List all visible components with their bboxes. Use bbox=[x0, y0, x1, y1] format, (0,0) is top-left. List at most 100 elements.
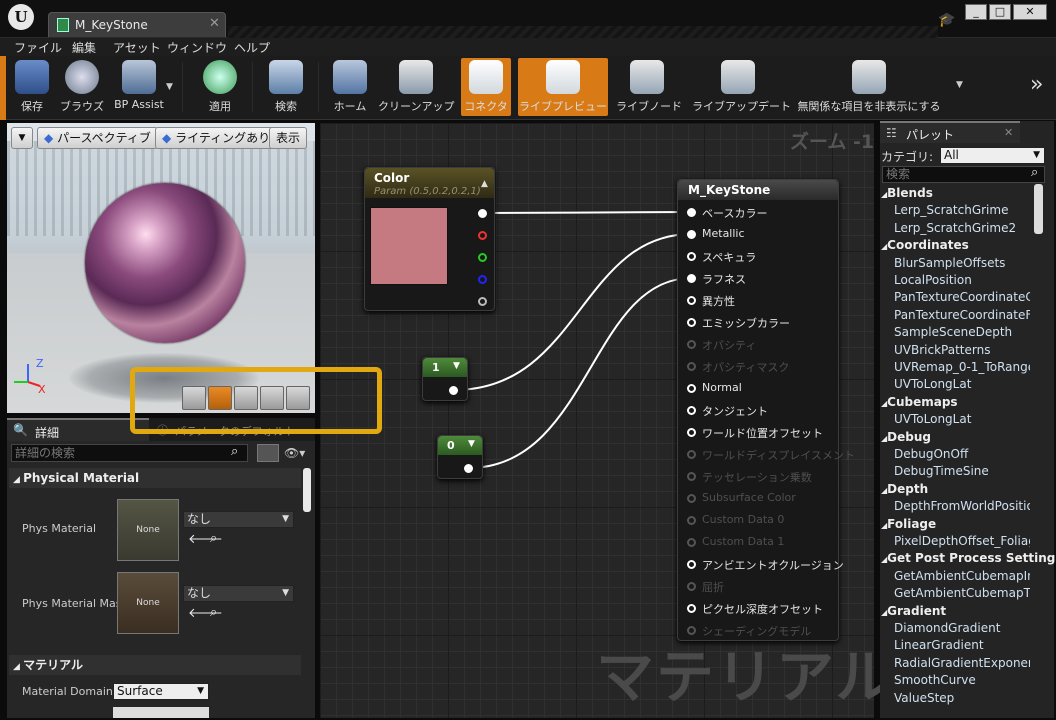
tab-details[interactable]: 🔍 詳細 bbox=[7, 418, 149, 441]
constant-1-output-pin[interactable] bbox=[449, 386, 458, 395]
material-result-node[interactable]: M_KeyStone ベースカラー Metallic スペキュラ ラフネス 異方性 エミッ… bbox=[677, 179, 855, 641]
blend-mode-combo[interactable] bbox=[113, 707, 209, 718]
palette-item[interactable]: SampleSceneDepth bbox=[894, 325, 1030, 339]
category-combo[interactable]: All ▼ bbox=[940, 147, 1045, 164]
rgb-output-pin[interactable] bbox=[478, 209, 487, 218]
toolbar-dropdown-icon[interactable]: ▼ bbox=[956, 80, 963, 90]
use-selected-arrow-icon[interactable]: 🡐 bbox=[188, 531, 223, 547]
palette-item[interactable]: DepthFromWorldPosition bbox=[894, 499, 1030, 513]
palette-item[interactable]: Lerp_ScratchGrime bbox=[894, 203, 1030, 217]
details-search-input[interactable]: 詳細の検索 bbox=[11, 444, 248, 462]
palette-item[interactable]: Lerp_ScratchGrime2 bbox=[894, 221, 1030, 235]
palette-category[interactable]: ◢Get Post Process Setting bbox=[881, 551, 1055, 565]
section-material[interactable]: ◢ マテリアル bbox=[9, 655, 301, 675]
palette-item[interactable]: UVBrickPatterns bbox=[894, 343, 1030, 357]
apply-button[interactable]: 適用 bbox=[196, 58, 244, 116]
palette-item[interactable]: BlurSampleOffsets bbox=[894, 256, 1030, 270]
phys-material-combo[interactable]: なし ▼ bbox=[183, 511, 294, 528]
palette-item[interactable]: LinearGradient bbox=[894, 638, 1030, 652]
close-tab-icon[interactable]: ✕ bbox=[209, 16, 220, 31]
connector-button[interactable]: コネクタ bbox=[461, 58, 511, 116]
constant-0-output-pin[interactable] bbox=[464, 464, 473, 473]
palette-item[interactable]: GetAmbientCubemapInter bbox=[894, 569, 1030, 583]
palette-item[interactable]: PanTextureCoordinateFro bbox=[894, 308, 1030, 322]
browse-asset-icon[interactable]: ⌕ bbox=[210, 605, 217, 620]
collapse-node-icon[interactable]: ▼ bbox=[468, 439, 475, 449]
collapse-node-icon[interactable]: ▲ bbox=[481, 179, 488, 189]
palette-item[interactable]: LocalPosition bbox=[894, 273, 1030, 287]
menu-file[interactable]: ファイル bbox=[14, 39, 62, 56]
maximize-button[interactable]: □ bbox=[989, 4, 1011, 20]
palette-category[interactable]: ◢Foliage bbox=[881, 517, 936, 531]
phys-material-mask-combo[interactable]: なし ▼ bbox=[183, 585, 294, 602]
menu-asset[interactable]: アセット bbox=[113, 39, 161, 56]
palette-item[interactable]: PixelDepthOffset_Foliage bbox=[894, 534, 1030, 548]
search-icon[interactable]: ⌕ bbox=[1031, 165, 1038, 180]
close-window-button[interactable]: ✕ bbox=[1013, 4, 1047, 20]
input-pin[interactable] bbox=[687, 406, 696, 415]
menu-window[interactable]: ウィンドウ bbox=[167, 39, 227, 56]
minimize-button[interactable]: _ bbox=[965, 4, 987, 20]
palette-item[interactable]: ValueStep bbox=[894, 691, 1030, 705]
lighting-button[interactable]: ◆ ライティングあり bbox=[155, 127, 278, 149]
collapse-node-icon[interactable]: ▼ bbox=[453, 361, 460, 371]
palette-search-input[interactable]: 検索 bbox=[882, 166, 1045, 183]
search-button[interactable]: 検索 bbox=[262, 58, 310, 116]
menu-help[interactable]: ヘルプ bbox=[234, 39, 270, 56]
palette-category[interactable]: ◢Cubemaps bbox=[881, 395, 958, 409]
bp-assist-dropdown-icon[interactable]: ▼ bbox=[166, 82, 173, 92]
input-pin[interactable] bbox=[687, 252, 696, 261]
palette-item[interactable]: PanTextureCoordinateCh bbox=[894, 290, 1030, 304]
use-selected-arrow-icon[interactable]: 🡐 bbox=[188, 605, 223, 621]
bp-assist-button[interactable]: BP Assist bbox=[110, 58, 168, 116]
palette-category[interactable]: ◢Coordinates bbox=[881, 238, 969, 252]
palette-item[interactable]: UVToLongLat bbox=[894, 412, 1030, 426]
constant-1-node[interactable]: 1 ▼ bbox=[422, 357, 468, 401]
details-scrollbar[interactable] bbox=[303, 468, 311, 512]
palette-item[interactable]: DebugOnOff bbox=[894, 447, 1030, 461]
palette-category[interactable]: ◢Blends bbox=[881, 186, 933, 200]
document-tab[interactable]: M_KeyStone ✕ bbox=[48, 12, 226, 37]
browse-asset-icon[interactable]: ⌕ bbox=[210, 531, 217, 546]
home-button[interactable]: ホーム bbox=[328, 58, 372, 116]
color-param-node[interactable]: Color Param (0.5,0.2,0.2,1) ▲ bbox=[364, 167, 495, 311]
input-pin[interactable] bbox=[687, 230, 696, 239]
graduation-cap-icon[interactable]: 🎓 bbox=[938, 12, 955, 28]
palette-item[interactable]: GetAmbientCubemapTint bbox=[894, 586, 1030, 600]
input-pin[interactable] bbox=[687, 384, 696, 393]
constant-0-node[interactable]: 0 ▼ bbox=[437, 435, 483, 479]
a-output-pin[interactable] bbox=[478, 297, 487, 306]
input-pin[interactable] bbox=[687, 560, 696, 569]
palette-item[interactable]: DebugTimeSine bbox=[894, 464, 1030, 478]
input-pin[interactable] bbox=[687, 274, 696, 283]
palette-item[interactable]: SmoothCurve bbox=[894, 673, 1030, 687]
menu-edit[interactable]: 編集 bbox=[72, 39, 96, 56]
palette-item[interactable]: UVToLongLat bbox=[894, 377, 1030, 391]
hide-unrelated-button[interactable]: 無関係な項目を非表示にする bbox=[796, 58, 942, 116]
show-button[interactable]: 表示 bbox=[269, 127, 308, 149]
palette-category[interactable]: ◢Debug bbox=[881, 430, 931, 444]
search-icon[interactable]: ⌕ bbox=[231, 444, 238, 459]
palette-item[interactable]: UVRemap_0-1_ToRange bbox=[894, 360, 1030, 374]
live-update-button[interactable]: ライブアップデート bbox=[692, 58, 791, 116]
material-domain-combo[interactable]: Surface ▼ bbox=[113, 683, 209, 700]
phys-material-thumbnail[interactable]: None bbox=[117, 499, 179, 561]
tab-palette[interactable]: ☷ パレット ✕ bbox=[880, 121, 1020, 143]
palette-item[interactable]: DiamondGradient bbox=[894, 621, 1030, 635]
palette-category[interactable]: ◢Depth bbox=[881, 482, 928, 496]
input-pin[interactable] bbox=[687, 318, 696, 327]
section-physical-material[interactable]: ◢ Physical Material bbox=[9, 468, 301, 488]
live-node-button[interactable]: ライブノード bbox=[616, 58, 682, 116]
perspective-button[interactable]: ◆ パースペクティブ bbox=[37, 127, 158, 149]
palette-category[interactable]: ◢Gradient bbox=[881, 604, 946, 618]
viewport-options-button[interactable]: ▼ bbox=[11, 127, 33, 149]
live-preview-button[interactable]: ライブプレビュー bbox=[518, 58, 608, 116]
input-pin[interactable] bbox=[687, 296, 696, 305]
input-pin[interactable] bbox=[687, 604, 696, 613]
r-output-pin[interactable] bbox=[478, 231, 487, 240]
visibility-eye-icon[interactable]: 👁▾ bbox=[284, 446, 305, 460]
browse-button[interactable]: ブラウズ bbox=[58, 58, 106, 116]
palette-item[interactable]: RadialGradientExponentia bbox=[894, 656, 1030, 670]
g-output-pin[interactable] bbox=[478, 253, 487, 262]
close-tab-icon[interactable]: ✕ bbox=[1004, 126, 1013, 139]
